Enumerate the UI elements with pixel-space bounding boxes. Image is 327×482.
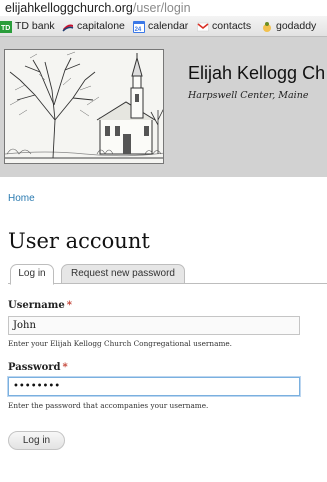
breadcrumb-home-link[interactable]: Home	[8, 193, 35, 204]
username-field[interactable]: John	[8, 316, 300, 335]
site-header: Elijah Kellogg Ch Harpswell Center, Main…	[0, 37, 327, 177]
url-host: elijahkelloggchurch.org	[5, 1, 133, 15]
log-in-button[interactable]: Log in	[8, 431, 65, 450]
gmail-icon	[197, 21, 209, 33]
capitalone-icon	[62, 21, 74, 33]
bookmark-td-bank[interactable]: TD TD bank	[0, 19, 55, 34]
username-description: Enter your Elijah Kellogg Church Congreg…	[8, 339, 232, 348]
bookmarks-bar: TD TD bank capitalone 24 calendar contac…	[0, 16, 327, 37]
bookmark-capitalone[interactable]: capitalone	[62, 19, 125, 34]
bookmark-contacts[interactable]: contacts	[197, 19, 251, 34]
page-title: User account	[8, 229, 150, 253]
tab-log-in[interactable]: Log in	[10, 264, 54, 285]
url-path: /user/login	[132, 1, 191, 15]
username-label: Username *	[8, 300, 72, 311]
address-bar[interactable]: elijahkelloggchurch.org/user/login	[0, 0, 327, 16]
calendar-icon: 24	[133, 20, 145, 33]
password-field[interactable]: ••••••••	[8, 377, 300, 396]
required-marker: *	[62, 362, 68, 373]
site-name[interactable]: Elijah Kellogg Ch	[188, 63, 325, 84]
bookmark-label: godaddy	[276, 20, 317, 32]
required-marker: *	[66, 300, 72, 311]
td-bank-icon: TD	[0, 20, 12, 33]
bookmark-label: contacts	[212, 20, 252, 32]
godaddy-icon	[261, 21, 273, 33]
bookmark-label: TD bank	[15, 20, 55, 32]
bookmark-calendar[interactable]: 24 calendar	[133, 19, 188, 34]
svg-text:24: 24	[135, 27, 142, 33]
username-label-text: Username	[8, 300, 65, 311]
tab-request-new-password[interactable]: Request new password	[61, 264, 185, 284]
bookmark-godaddy[interactable]: godaddy	[261, 19, 316, 34]
account-tabs: Log in Request new password	[8, 263, 327, 285]
church-logo[interactable]	[4, 49, 164, 164]
bookmark-label: capitalone	[77, 20, 125, 32]
svg-text:TD: TD	[1, 25, 10, 32]
password-label: Password *	[8, 362, 68, 373]
password-description: Enter the password that accompanies your…	[8, 401, 209, 410]
password-label-text: Password	[8, 362, 61, 373]
site-slogan: Harpswell Center, Maine	[188, 90, 309, 101]
bookmark-label: calendar	[148, 20, 189, 32]
